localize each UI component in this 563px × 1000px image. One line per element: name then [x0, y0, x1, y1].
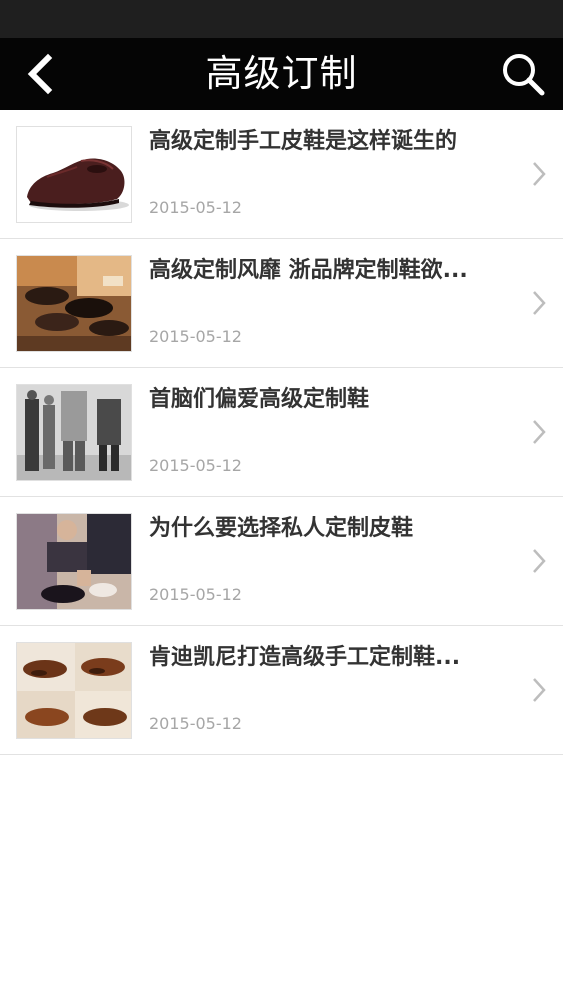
- article-title: 肯迪凯尼打造高级手工定制鞋...: [149, 645, 461, 670]
- article-item[interactable]: 为什么要选择私人定制皮鞋 2015-05-12: [0, 497, 563, 626]
- chevron-right-icon: [531, 418, 547, 446]
- article-date: 2015-05-12: [149, 714, 242, 733]
- page-title: 高级订制: [205, 52, 358, 95]
- chevron-right-icon: [531, 547, 547, 575]
- article-item[interactable]: 首脑们偏爱高级定制鞋 2015-05-12: [0, 368, 563, 497]
- search-icon: [503, 54, 545, 96]
- article-title: 高级定制风靡 浙品牌定制鞋欲...: [149, 258, 468, 283]
- chevron-right-icon: [531, 289, 547, 317]
- article-thumbnail: [16, 513, 132, 610]
- article-list: 高级定制手工皮鞋是这样诞生的 2015-05-12 高级定制风靡 浙品牌定制鞋欲…: [0, 110, 563, 755]
- article-date: 2015-05-12: [149, 456, 242, 475]
- article-thumbnail: [16, 255, 132, 352]
- article-date: 2015-05-12: [149, 585, 242, 604]
- leaders-walking-photo-image: [17, 385, 131, 480]
- brown-shoes-grid-image: [17, 643, 131, 738]
- nav-bar: 高级订制: [0, 38, 563, 110]
- article-date: 2015-05-12: [149, 198, 242, 217]
- article-thumbnail: [16, 126, 132, 223]
- article-title: 为什么要选择私人定制皮鞋: [149, 516, 414, 541]
- article-thumbnail: [16, 642, 132, 739]
- shoe-workshop-display-image: [17, 256, 131, 351]
- article-item[interactable]: 肯迪凯尼打造高级手工定制鞋... 2015-05-12: [0, 626, 563, 755]
- status-bar: [0, 0, 563, 38]
- article-thumbnail: [16, 384, 132, 481]
- article-item[interactable]: 高级定制手工皮鞋是这样诞生的 2015-05-12: [0, 110, 563, 239]
- article-date: 2015-05-12: [149, 327, 242, 346]
- search-button[interactable]: [499, 50, 547, 98]
- article-item[interactable]: 高级定制风靡 浙品牌定制鞋欲... 2015-05-12: [0, 239, 563, 368]
- article-title: 高级定制手工皮鞋是这样诞生的: [149, 129, 458, 154]
- article-title: 首脑们偏爱高级定制鞋: [149, 387, 370, 412]
- shoe-fitting-photo-image: [17, 514, 131, 609]
- chevron-right-icon: [531, 676, 547, 704]
- chevron-right-icon: [531, 160, 547, 188]
- leather-oxford-shoe-image: [17, 127, 131, 222]
